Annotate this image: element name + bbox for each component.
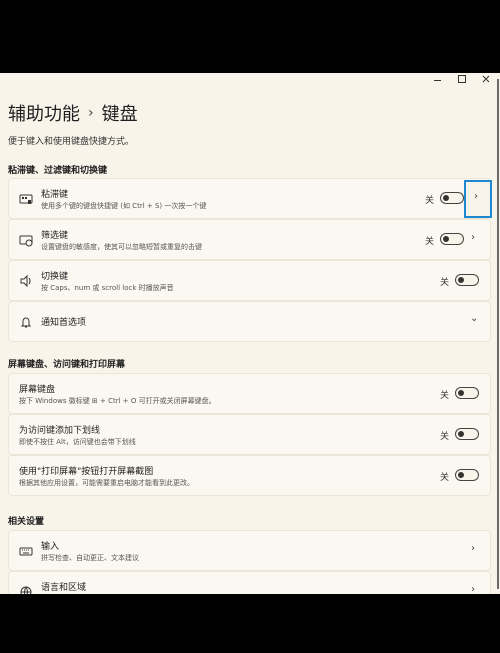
keyboard-icon: [19, 547, 33, 555]
sticky-keys-subtitle: 使用多个键的键盘快捷键 (如 Ctrl + S) 一次按一个键: [41, 202, 207, 210]
underline-access-keys-toggle[interactable]: [455, 428, 479, 440]
close-button[interactable]: [475, 73, 496, 85]
filter-keys-toggle[interactable]: [440, 233, 464, 245]
filter-keys-state: 关: [425, 237, 435, 247]
printscreen-card[interactable]: 使用"打印屏幕"按钮打开屏幕截图 根据其他应用设置，可能需要重启电脑才能看到此更…: [8, 455, 491, 496]
chevron-right-icon[interactable]: ›: [471, 543, 475, 554]
section-heading-sticky: 粘滞键、过滤键和切换键: [8, 166, 108, 176]
sticky-keys-expand-button[interactable]: ›: [464, 180, 492, 218]
toggle-keys-card[interactable]: 切换键 按 Caps、num 或 scroll lock 时播放声音 关: [8, 260, 491, 301]
chevron-down-icon[interactable]: ⌄: [470, 313, 478, 324]
scrollbar[interactable]: [496, 73, 500, 594]
minimize-icon: [433, 79, 441, 81]
maximize-button[interactable]: [451, 73, 473, 85]
onscreen-keyboard-toggle[interactable]: [455, 387, 479, 399]
onscreen-keyboard-subtitle: 按下 Windows 徽标键 ⊞ + Ctrl + O 可打开或关闭屏幕键盘。: [19, 397, 216, 405]
onscreen-keyboard-state: 关: [440, 391, 450, 401]
language-icon: [20, 586, 32, 594]
filter-keys-icon: [19, 235, 33, 246]
close-icon: [482, 75, 490, 83]
scrollbar-thumb[interactable]: [497, 79, 499, 589]
settings-window: 辅助功能 › 键盘 便于键入和使用键盘快捷方式。 粘滞键、过滤键和切换键 粘滞键…: [0, 73, 496, 594]
onscreen-keyboard-card[interactable]: 屏幕键盘 按下 Windows 徽标键 ⊞ + Ctrl + O 可打开或关闭屏…: [8, 373, 491, 414]
toggle-keys-title: 切换键: [41, 272, 69, 282]
toggle-keys-toggle[interactable]: [455, 274, 479, 286]
breadcrumb-separator: ›: [88, 105, 94, 121]
printscreen-title: 使用"打印屏幕"按钮打开屏幕截图: [19, 467, 154, 477]
section-heading-screen: 屏幕键盘、访问键和打印屏幕: [8, 360, 126, 370]
title-bar: [0, 73, 496, 85]
chevron-right-icon[interactable]: ›: [471, 584, 475, 594]
onscreen-keyboard-title: 屏幕键盘: [19, 385, 56, 395]
sticky-keys-title: 粘滞键: [41, 190, 69, 200]
minimize-button[interactable]: [426, 73, 448, 85]
notification-preferences-card[interactable]: 通知首选项 ⌄: [8, 301, 491, 342]
page-title: 键盘: [101, 104, 138, 125]
toggle-keys-state: 关: [440, 278, 450, 288]
bell-icon: [20, 317, 32, 327]
maximize-icon: [458, 75, 466, 83]
printscreen-toggle[interactable]: [455, 469, 479, 481]
underline-access-keys-subtitle: 即使不按住 Alt，访问键也会带下划线: [19, 438, 136, 446]
filter-keys-card[interactable]: 筛选键 设置键盘的敏感度，使其可以忽略短暂或重复的击键 关 ›: [8, 219, 491, 260]
underline-access-keys-title: 为访问键添加下划线: [19, 426, 101, 436]
chevron-right-icon: ›: [474, 191, 478, 202]
sticky-keys-card[interactable]: 粘滞键 使用多个键的键盘快捷键 (如 Ctrl + S) 一次按一个键 关 ›: [8, 178, 492, 219]
typing-title: 输入: [41, 542, 60, 552]
speaker-icon: [20, 274, 31, 287]
sticky-keys-state: 关: [425, 196, 435, 206]
typing-card[interactable]: 输入 拼写检查、自动更正、文本建议 ›: [8, 530, 491, 571]
breadcrumb: 辅助功能 › 键盘: [8, 100, 138, 126]
underline-access-keys-card[interactable]: 为访问键添加下划线 即使不按住 Alt，访问键也会带下划线 关: [8, 414, 491, 455]
filter-keys-title: 筛选键: [41, 231, 69, 241]
sticky-keys-icon: [19, 194, 33, 204]
section-heading-related: 相关设置: [8, 517, 45, 527]
language-region-card[interactable]: 语言和区域 ›: [8, 571, 491, 594]
chevron-right-icon[interactable]: ›: [471, 232, 475, 243]
language-region-title: 语言和区域: [41, 583, 87, 593]
filter-keys-subtitle: 设置键盘的敏感度，使其可以忽略短暂或重复的击键: [41, 243, 202, 251]
printscreen-subtitle: 根据其他应用设置，可能需要重启电脑才能看到此更改。: [19, 479, 194, 487]
breadcrumb-parent[interactable]: 辅助功能: [8, 100, 80, 126]
sticky-keys-toggle[interactable]: [440, 192, 464, 204]
toggle-keys-subtitle: 按 Caps、num 或 scroll lock 时播放声音: [41, 284, 174, 292]
notification-preferences-title: 通知首选项: [41, 318, 87, 328]
typing-subtitle: 拼写检查、自动更正、文本建议: [41, 554, 139, 562]
page-description: 便于键入和使用键盘快捷方式。: [8, 137, 135, 147]
printscreen-state: 关: [440, 473, 450, 483]
underline-access-keys-state: 关: [440, 432, 450, 442]
